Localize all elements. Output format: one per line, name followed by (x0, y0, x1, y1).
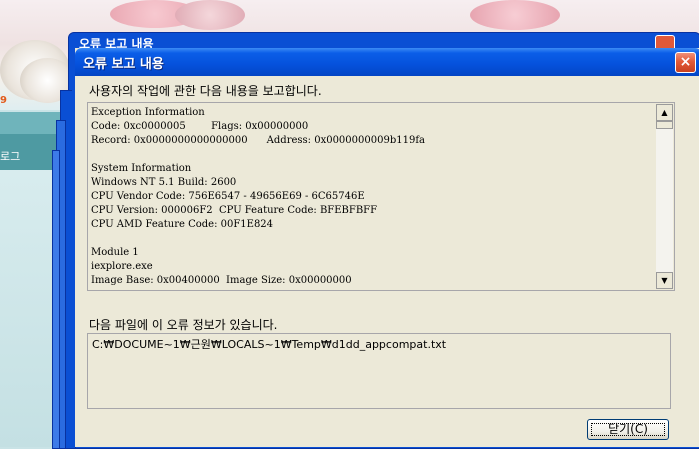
report-line (91, 148, 646, 162)
report-line: CPU Version: 000006F2 CPU Feature Code: … (91, 205, 378, 216)
close-button[interactable]: × (675, 52, 696, 73)
report-content: Exception Information Code: 0xc0000005 Fl… (91, 106, 646, 288)
scroll-thumb[interactable] (656, 121, 673, 129)
file-path: C:₩DOCUME~1₩근원₩LOCALS~1₩Temp₩d1dd_appcom… (92, 338, 447, 351)
rose-decoration (470, 0, 560, 30)
close-dialog-button[interactable]: 닫기(C) (587, 419, 669, 440)
report-line: Code: 0xc0000005 Flags: 0x00000000 (91, 121, 309, 132)
background-nav-label: 로그 (0, 150, 21, 163)
dialog-titlebar[interactable]: 오류 보고 내용 × (75, 48, 699, 76)
intro-text: 사용자의 작업에 관한 다음 내용을 보고합니다. (89, 84, 322, 98)
report-scrollbar[interactable]: ▲ ▼ (656, 104, 673, 289)
scroll-up-arrow-icon[interactable]: ▲ (656, 104, 673, 121)
ghost-window (52, 150, 60, 449)
file-label: 다음 파일에 이 오류 정보가 있습니다. (89, 318, 278, 332)
report-line: System Information (91, 163, 192, 174)
report-line: Windows NT 5.1 Build: 2600 (91, 177, 237, 188)
report-line: Module 1 (91, 247, 139, 258)
file-path-field[interactable]: C:₩DOCUME~1₩근원₩LOCALS~1₩Temp₩d1dd_appcom… (87, 333, 671, 409)
scroll-down-arrow-icon[interactable]: ▼ (656, 272, 673, 289)
report-line (91, 232, 646, 246)
focus-ring (591, 423, 665, 436)
report-textarea[interactable]: Exception Information Code: 0xc0000005 Fl… (87, 102, 675, 291)
dialog-title: 오류 보고 내용 (83, 57, 164, 72)
background-badge: 9 (0, 95, 7, 106)
rose-decoration (175, 0, 245, 30)
report-line: Exception Information (91, 107, 205, 118)
report-line: CPU Vendor Code: 756E6547 - 49656E69 - 6… (91, 191, 365, 202)
report-line: Record: 0x0000000000000000 Address: 0x00… (91, 135, 425, 146)
report-line: Image Base: 0x00400000 Image Size: 0x000… (91, 275, 352, 286)
report-line: CPU AMD Feature Code: 00F1E824 (91, 219, 274, 230)
error-report-dialog: 오류 보고 내용 × 사용자의 작업에 관한 다음 내용을 보고합니다. Exc… (72, 48, 699, 447)
close-icon: × (679, 54, 692, 70)
report-line: iexplore.exe (91, 261, 153, 272)
